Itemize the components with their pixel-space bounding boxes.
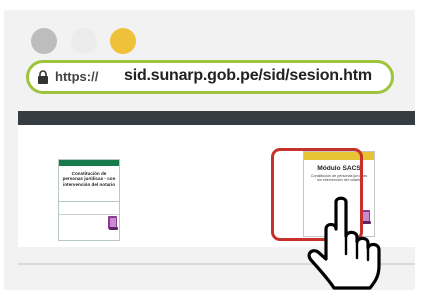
lock-icon: [38, 70, 48, 84]
url-protocol: https://: [55, 69, 99, 84]
window-button-yellow[interactable]: [110, 28, 136, 54]
card-divider: [59, 201, 119, 202]
window-button-light[interactable]: [71, 28, 97, 54]
book-icon: [108, 216, 118, 230]
card-constitucion-con-notario[interactable]: Constitución de personas jurídicas - con…: [58, 159, 120, 241]
site-header-bar: [18, 111, 415, 125]
window-button-gray[interactable]: [31, 28, 57, 54]
url-host: sid.sunarp.gob.pe/sid/sesion.htm: [124, 67, 372, 84]
address-bar[interactable]: https:// sid.sunarp.gob.pe/sid/sesion.ht…: [26, 60, 394, 94]
card-header-bar: [59, 160, 119, 166]
pointing-hand-cursor-icon: [307, 196, 381, 290]
card-title: Constitución de personas jurídicas - con…: [62, 171, 116, 187]
